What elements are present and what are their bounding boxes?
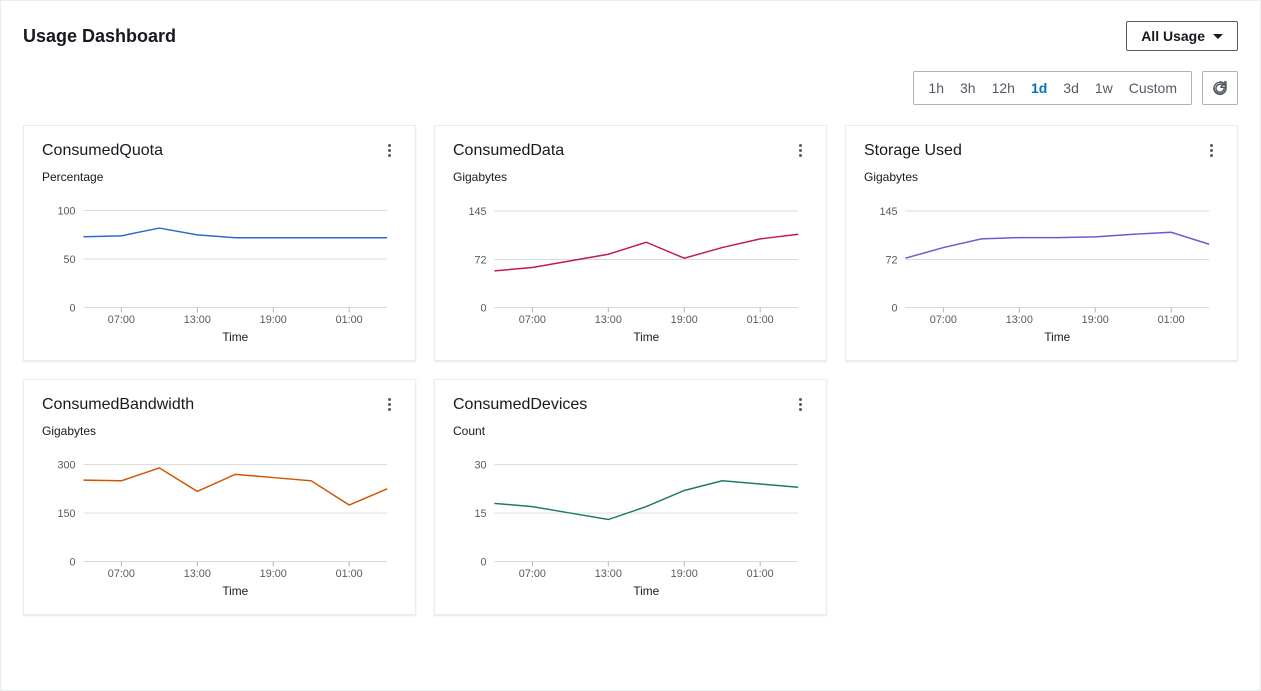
kebab-icon [799,144,802,157]
svg-text:19:00: 19:00 [260,314,287,326]
time-range-custom[interactable]: Custom [1121,76,1185,100]
svg-text:Time: Time [222,330,248,344]
chart-svg: 0 72 145 07:00 13:00 19:00 01:00 Time [453,190,808,350]
chart-svg: 0 72 145 07:00 13:00 19:00 01:00 Time [864,190,1219,350]
card-menu-button[interactable] [382,396,397,413]
card-title: Storage Used [864,142,962,160]
time-range-3d[interactable]: 3d [1055,76,1087,100]
svg-text:19:00: 19:00 [671,568,698,580]
time-range-12h[interactable]: 12h [984,76,1023,100]
refresh-icon [1212,80,1228,96]
chart-y-axis-label: Percentage [42,170,397,184]
chart-series-line [905,232,1209,258]
svg-text:19:00: 19:00 [671,314,698,326]
time-range-selector: 1h3h12h1d3d1wCustom [913,71,1192,105]
svg-text:19:00: 19:00 [1082,314,1109,326]
svg-text:15: 15 [474,508,486,520]
card-header: Storage Used [864,142,1219,160]
card-title: ConsumedQuota [42,142,163,160]
filter-dropdown-label: All Usage [1141,28,1205,44]
svg-text:50: 50 [63,254,75,266]
chart-card-consumeddevices: ConsumedDevices Count 0 15 30 07:00 13:00 19:00… [434,379,827,615]
kebab-icon [388,144,391,157]
chart-y-axis-label: Gigabytes [42,424,397,438]
chart-y-axis-label: Count [453,424,808,438]
kebab-icon [799,398,802,411]
chart-series-line [83,228,387,238]
card-menu-button[interactable] [793,142,808,159]
svg-text:0: 0 [69,556,75,568]
time-range-3h[interactable]: 3h [952,76,984,100]
controls-row: 1h3h12h1d3d1wCustom [23,71,1238,105]
svg-text:01:00: 01:00 [1158,314,1185,326]
card-menu-button[interactable] [1204,142,1219,159]
time-range-1w[interactable]: 1w [1087,76,1121,100]
svg-text:07:00: 07:00 [519,568,546,580]
svg-text:Time: Time [633,584,659,598]
card-header: ConsumedQuota [42,142,397,160]
card-menu-button[interactable] [382,142,397,159]
chart-card-consumedbandwidth: ConsumedBandwidth Gigabytes 0 150 300 07:00 13… [23,379,416,615]
svg-text:07:00: 07:00 [108,314,135,326]
svg-text:0: 0 [891,302,897,314]
svg-text:13:00: 13:00 [1006,314,1033,326]
card-title: ConsumedData [453,142,564,160]
time-range-1d[interactable]: 1d [1023,76,1055,100]
svg-text:Time: Time [222,584,248,598]
chart-grid: ConsumedQuota Percentage 0 50 100 07:00 13:00 1… [23,125,1238,615]
svg-text:300: 300 [57,460,75,472]
chart-series-line [494,234,798,271]
filter-dropdown[interactable]: All Usage [1126,21,1238,51]
svg-text:01:00: 01:00 [336,568,363,580]
svg-text:150: 150 [57,508,75,520]
svg-text:07:00: 07:00 [930,314,957,326]
svg-text:Time: Time [1044,330,1070,344]
svg-text:100: 100 [57,206,75,218]
svg-text:13:00: 13:00 [595,568,622,580]
chart-svg: 0 50 100 07:00 13:00 19:00 01:00 Time [42,190,397,350]
chart-card-consumedquota: ConsumedQuota Percentage 0 50 100 07:00 13:00 1… [23,125,416,361]
svg-text:72: 72 [885,254,897,266]
svg-text:01:00: 01:00 [336,314,363,326]
chart-y-axis-label: Gigabytes [864,170,1219,184]
card-title: ConsumedDevices [453,396,587,414]
svg-text:13:00: 13:00 [184,314,211,326]
svg-text:72: 72 [474,254,486,266]
refresh-button[interactable] [1202,71,1238,105]
chart-y-axis-label: Gigabytes [453,170,808,184]
svg-text:30: 30 [474,460,486,472]
card-header: ConsumedDevices [453,396,808,414]
card-title: ConsumedBandwidth [42,396,194,414]
dashboard-page: Usage Dashboard All Usage 1h3h12h1d3d1wC… [0,0,1261,691]
svg-text:145: 145 [879,206,897,218]
card-header: ConsumedBandwidth [42,396,397,414]
time-range-1h[interactable]: 1h [920,76,952,100]
page-title: Usage Dashboard [23,26,176,47]
header-row: Usage Dashboard All Usage [23,21,1238,51]
svg-text:0: 0 [480,556,486,568]
kebab-icon [1210,144,1213,157]
chart-svg: 0 150 300 07:00 13:00 19:00 01:00 Time [42,444,397,604]
chart-card-storage-used: Storage Used Gigabytes 0 72 145 07:00 13:00 19:… [845,125,1238,361]
caret-down-icon [1213,34,1223,39]
card-header: ConsumedData [453,142,808,160]
svg-text:19:00: 19:00 [260,568,287,580]
card-menu-button[interactable] [793,396,808,413]
chart-card-consumeddata: ConsumedData Gigabytes 0 72 145 07:00 13:00 19:… [434,125,827,361]
chart-series-line [83,468,387,505]
svg-text:13:00: 13:00 [184,568,211,580]
svg-text:07:00: 07:00 [519,314,546,326]
svg-text:13:00: 13:00 [595,314,622,326]
chart-svg: 0 15 30 07:00 13:00 19:00 01:00 Time [453,444,808,604]
svg-text:145: 145 [468,206,486,218]
svg-text:07:00: 07:00 [108,568,135,580]
svg-text:Time: Time [633,330,659,344]
svg-text:0: 0 [480,302,486,314]
svg-text:01:00: 01:00 [747,314,774,326]
chart-series-line [494,481,798,520]
svg-text:01:00: 01:00 [747,568,774,580]
svg-text:0: 0 [69,302,75,314]
kebab-icon [388,398,391,411]
